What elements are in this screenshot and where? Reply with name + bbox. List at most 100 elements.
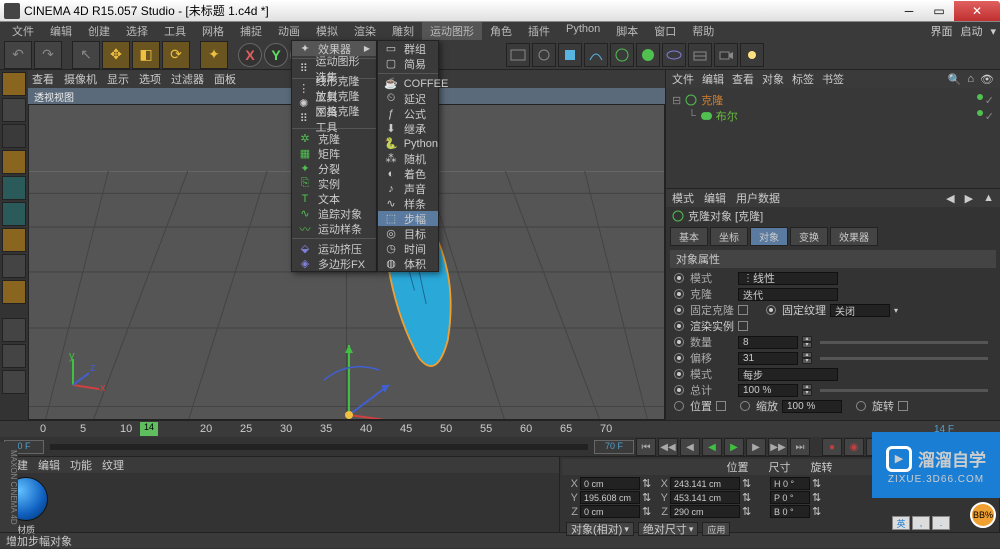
moextrude-item[interactable]: ⬙运动挤压 [292, 241, 376, 256]
rot-h-input[interactable]: H 0 ° [770, 477, 810, 490]
pos-x-input[interactable]: 0 cm [580, 477, 640, 490]
nav-up-icon[interactable]: ▲ [983, 192, 994, 204]
om-menu-view[interactable]: 查看 [732, 71, 754, 87]
group-effector-item[interactable]: ▭群组 [378, 41, 438, 56]
rot-b-input[interactable]: B 0 ° [770, 505, 810, 518]
spin-down[interactable]: ▾ [802, 342, 812, 348]
coord-apply-button[interactable]: 应用 [702, 522, 730, 536]
coffee-effector-item[interactable]: ☕COFFEE [378, 76, 438, 91]
play-forward-button[interactable]: ▶ [724, 438, 744, 456]
tree-row-boole[interactable]: └ 布尔 ✓ [672, 108, 994, 124]
minimize-button[interactable]: ─ [894, 1, 924, 21]
pos-y-input[interactable]: 195.608 cm [580, 491, 640, 504]
tree-label[interactable]: 克隆 [701, 92, 723, 108]
prim-cube-button[interactable] [558, 43, 582, 67]
radio-icon[interactable] [766, 305, 776, 315]
select-tool[interactable]: ↖ [72, 41, 100, 69]
coord-space-dropdown[interactable]: 对象(相对) ▾ [566, 522, 634, 536]
tree-label[interactable]: 布尔 [716, 108, 738, 124]
rot-checkbox[interactable] [898, 401, 908, 411]
next-key-button[interactable]: ▶▶ [768, 438, 788, 456]
layout-arrow-icon[interactable]: ▾ [990, 25, 996, 38]
radio-icon[interactable] [674, 401, 684, 411]
record-button[interactable]: ● [822, 438, 842, 456]
menu-help[interactable]: 帮助 [684, 22, 722, 40]
ime-punct1[interactable]: , [912, 516, 930, 530]
object-gizmo[interactable] [319, 335, 499, 420]
attr-menu-mode[interactable]: 模式 [672, 190, 694, 206]
menu-sim[interactable]: 模拟 [308, 22, 346, 40]
vp-menu-display[interactable]: 显示 [107, 71, 129, 87]
menu-edit[interactable]: 编辑 [42, 22, 80, 40]
rot-p-input[interactable]: P 0 ° [770, 491, 810, 504]
check-icon[interactable]: ✓ [985, 110, 994, 123]
spline-effector-item[interactable]: ∿样条 [378, 196, 438, 211]
play-backward-button[interactable]: ◀ [702, 438, 722, 456]
offset-slider[interactable] [820, 357, 988, 360]
count-slider[interactable] [820, 341, 988, 344]
mat-menu-tex[interactable]: 纹理 [102, 457, 124, 473]
coord-size-dropdown[interactable]: 绝对尺寸 ▾ [638, 522, 699, 536]
om-menu-bookmarks[interactable]: 书签 [822, 71, 844, 87]
recent-tool[interactable]: ✦ [200, 41, 228, 69]
fixclone-checkbox[interactable] [738, 305, 748, 315]
grid-clone-tool-item[interactable]: ⠿网格克隆工具 [292, 111, 376, 126]
spinner-icon[interactable]: ⇅ [812, 491, 822, 504]
spinner-icon[interactable]: ⇅ [742, 505, 752, 518]
spin-down[interactable]: ▾ [802, 358, 812, 364]
total-input[interactable]: 100 % [738, 384, 798, 397]
spin-down[interactable]: ▾ [802, 390, 812, 396]
move-tool[interactable]: ✥ [102, 41, 130, 69]
size-y-input[interactable]: 453.141 cm [670, 491, 740, 504]
axis-y-toggle[interactable]: Y [264, 43, 288, 67]
radio-icon[interactable] [740, 401, 750, 411]
next-frame-button[interactable]: ▶ [746, 438, 766, 456]
point-mode-button[interactable] [2, 176, 26, 200]
deformer-button[interactable] [662, 43, 686, 67]
visibility-dot[interactable] [977, 110, 983, 116]
mode-dropdown[interactable]: ⋮ 线性 [738, 272, 838, 285]
menu-snap[interactable]: 捕捉 [232, 22, 270, 40]
attr-menu-userdata[interactable]: 用户数据 [736, 190, 780, 206]
radio-icon[interactable] [856, 401, 866, 411]
subtab-basic[interactable]: 基本 [670, 227, 708, 246]
text-item[interactable]: T文本 [292, 191, 376, 206]
inherit-effector-item[interactable]: ⬇继承 [378, 121, 438, 136]
home-icon[interactable]: ⌂ [967, 73, 974, 86]
redo-button[interactable]: ↷ [34, 41, 62, 69]
light-button[interactable] [740, 43, 764, 67]
object-tree[interactable]: ⊟ 克隆 ✓ └ 布尔 ✓ [666, 88, 1000, 188]
check-icon[interactable]: ✓ [985, 94, 994, 107]
size-z-input[interactable]: 290 cm [670, 505, 740, 518]
mospline-item[interactable]: 〰运动样条 [292, 221, 376, 236]
scale-input[interactable]: 100 % [782, 400, 842, 413]
notification-bubble[interactable]: BB% [970, 502, 996, 528]
menu-mesh[interactable]: 网格 [194, 22, 232, 40]
polyfx-item[interactable]: ◈多边形FX [292, 256, 376, 271]
attr-menu-edit[interactable]: 编辑 [704, 190, 726, 206]
vp-menu-panel[interactable]: 面板 [214, 71, 236, 87]
menu-render[interactable]: 渲染 [346, 22, 384, 40]
formula-effector-item[interactable]: ƒ公式 [378, 106, 438, 121]
expand-icon[interactable]: └ [688, 110, 696, 122]
target-effector-item[interactable]: ◎目标 [378, 226, 438, 241]
plain-effector-item[interactable]: ▢简易 [378, 56, 438, 71]
autokey-button[interactable]: ◉ [844, 438, 864, 456]
generator-button[interactable] [610, 43, 634, 67]
menu-script[interactable]: 脚本 [608, 22, 646, 40]
step-effector-item[interactable]: ⬚步幅 [378, 211, 438, 226]
ime-lang[interactable]: 英 [892, 516, 910, 530]
count-input[interactable]: 8 [738, 336, 798, 349]
goto-start-button[interactable]: ⏮ [636, 438, 656, 456]
menu-select[interactable]: 选择 [118, 22, 156, 40]
subtab-coord[interactable]: 坐标 [710, 227, 748, 246]
volume-effector-item[interactable]: ◍体积 [378, 256, 438, 271]
make-editable-button[interactable] [2, 72, 26, 96]
prev-key-button[interactable]: ◀◀ [658, 438, 678, 456]
fixtex-dropdown[interactable]: 关闭 [830, 304, 890, 317]
workplane-button[interactable] [2, 150, 26, 174]
maximize-button[interactable]: ▭ [924, 1, 954, 21]
size-x-input[interactable]: 243.141 cm [670, 477, 740, 490]
random-effector-item[interactable]: ⁂随机 [378, 151, 438, 166]
axis-x-toggle[interactable]: X [238, 43, 262, 67]
